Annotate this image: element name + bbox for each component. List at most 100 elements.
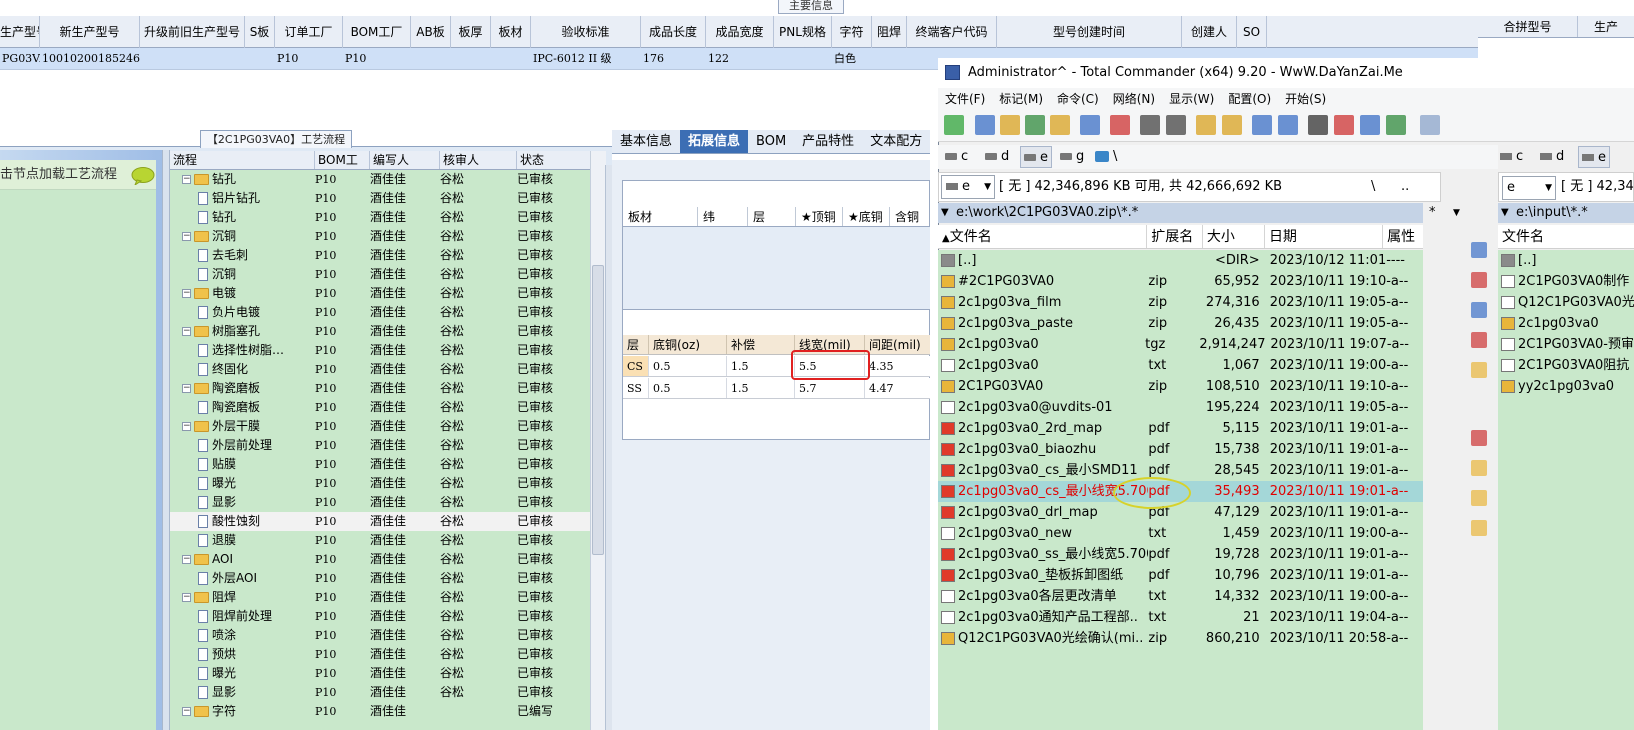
file-row[interactable]: 2c1pg03va0_cs_最小SMD11 pdf 28,545 2023/10/11… xyxy=(938,460,1423,481)
network-drive-button[interactable]: \ xyxy=(1095,146,1117,168)
date-column-header[interactable]: 日期 xyxy=(1265,225,1384,248)
file-row[interactable]: 2C1PG03VA0 zip 108,510 2023/10/11 19:10 -a-- xyxy=(938,376,1423,397)
production-column[interactable]: 生产 xyxy=(1578,16,1634,37)
menu-show[interactable]: 显示(W) xyxy=(1162,88,1221,110)
edit-icon[interactable] xyxy=(1471,272,1487,288)
layer-column[interactable]: 层 xyxy=(748,207,796,226)
drive-e-button[interactable]: e xyxy=(1020,146,1052,168)
folder-plus-icon[interactable] xyxy=(1471,460,1487,476)
drive-c-button[interactable]: c xyxy=(945,146,968,168)
sync-dirs-icon[interactable] xyxy=(1360,115,1380,135)
order-column-header[interactable]: 字符 xyxy=(832,16,872,48)
order-column-header[interactable]: 验收标准 xyxy=(531,16,641,48)
panel-splitter[interactable] xyxy=(162,150,170,730)
tree-node[interactable]: 曝光 xyxy=(170,474,315,493)
file-row[interactable]: 2c1pg03va0_2rd_map pdf 5,115 2023/10/11 19:… xyxy=(938,418,1423,439)
right-drive-c-button[interactable]: c xyxy=(1500,146,1523,168)
order-column-header[interactable]: 生产型号 xyxy=(0,16,40,48)
url-icon[interactable] xyxy=(1278,115,1298,135)
tab-4[interactable]: 文本配方 xyxy=(862,130,930,153)
tree-node[interactable]: − 沉铜 xyxy=(170,227,315,246)
order-column-header[interactable]: BOM工厂 xyxy=(343,16,411,48)
tree-node[interactable]: 预烘 xyxy=(170,645,315,664)
order-column-header[interactable]: 新生产型号 xyxy=(40,16,140,48)
tree-row[interactable]: − 沉铜 P10 酒佳佳 谷松 已审核 xyxy=(170,227,590,246)
right-file-row[interactable]: 2C1PG03VA0阻抗 xyxy=(1498,355,1634,376)
tree-row[interactable]: − AOI P10 酒佳佳 谷松 已审核 xyxy=(170,550,590,569)
tree-row[interactable]: 喷涂 P10 酒佳佳 谷松 已审核 xyxy=(170,626,590,645)
tree-row[interactable]: 预烘 P10 酒佳佳 谷松 已审核 xyxy=(170,645,590,664)
tree-row[interactable]: − 字符 P10 酒佳佳 已编写 xyxy=(170,702,590,721)
tree-node[interactable]: − 阻焊 xyxy=(170,588,315,607)
right-file-row[interactable]: 2C1PG03VA0制作 xyxy=(1498,271,1634,292)
collapse-toggle-icon[interactable]: − xyxy=(182,384,191,393)
tree-row[interactable]: 钻孔 P10 酒佳佳 谷松 已审核 xyxy=(170,208,590,227)
file-row[interactable]: 2c1pg03va0通知产品工程部.. txt 21 2023/10/11 19:04… xyxy=(938,607,1423,628)
tree-row[interactable]: 铝片钻孔 P10 酒佳佳 谷松 已审核 xyxy=(170,189,590,208)
material-column[interactable]: 板材 xyxy=(623,207,698,226)
right-path-bar[interactable]: ▼ e:\input\*.* xyxy=(1498,203,1634,223)
ftp-icon[interactable] xyxy=(1252,115,1272,135)
file-row[interactable]: [..] <DIR> 2023/10/12 11:01 ---- xyxy=(938,250,1423,271)
tree-node[interactable]: 陶瓷磨板 xyxy=(170,398,315,417)
weft-column[interactable]: 纬 xyxy=(698,207,748,226)
tree-row[interactable]: 陶瓷磨板 P10 酒佳佳 谷松 已审核 xyxy=(170,398,590,417)
right-drive-d-button[interactable]: d xyxy=(1540,146,1564,168)
root-dir-button[interactable]: \ xyxy=(1371,173,1375,201)
file-row[interactable]: 2c1pg03va0 txt 1,067 2023/10/11 19:00 -a-- xyxy=(938,355,1423,376)
right-name-column-header[interactable]: 文件名 xyxy=(1498,225,1634,249)
tree-row[interactable]: − 外层干膜 P10 酒佳佳 谷松 已审核 xyxy=(170,417,590,436)
collapse-toggle-icon[interactable]: − xyxy=(182,175,191,184)
tree-node[interactable]: 酸性蚀刻 xyxy=(170,512,315,531)
file-row[interactable]: 2c1pg03va0_垫板拆卸图纸 pdf 10,796 2023/10/11 19:… xyxy=(938,565,1423,586)
tree-row[interactable]: − 树脂塞孔 P10 酒佳佳 谷松 已审核 xyxy=(170,322,590,341)
tree-row[interactable]: 显影 P10 酒佳佳 谷松 已审核 xyxy=(170,493,590,512)
tree-node[interactable]: 退膜 xyxy=(170,531,315,550)
tree-row[interactable]: 曝光 P10 酒佳佳 谷松 已审核 xyxy=(170,474,590,493)
ext-column-header[interactable]: 扩展名 xyxy=(1147,225,1203,248)
left-path-bar[interactable]: ▼ e:\work\2C1PG03VA0.zip\*.* xyxy=(938,203,1423,223)
menu-start[interactable]: 开始(S) xyxy=(1278,88,1333,110)
tree-node[interactable]: 显影 xyxy=(170,683,315,702)
tree-node[interactable]: 负片电镀 xyxy=(170,303,315,322)
order-column-header[interactable]: 终端客户代码 xyxy=(907,16,997,48)
order-column-header[interactable]: 板材 xyxy=(491,16,531,48)
main-info-tab[interactable]: 主要信息 xyxy=(778,0,844,14)
tree-row[interactable]: 曝光 P10 酒佳佳 谷松 已审核 xyxy=(170,664,590,683)
file-row[interactable]: 2c1pg03va0_biaozhu pdf 15,738 2023/10/11 19… xyxy=(938,439,1423,460)
move-icon[interactable] xyxy=(1471,332,1487,348)
compare-icon[interactable] xyxy=(1080,115,1100,135)
size-column-header[interactable]: 大小 xyxy=(1203,225,1265,248)
tree-node[interactable]: 钻孔 xyxy=(170,208,315,227)
menu-commands[interactable]: 命令(C) xyxy=(1050,88,1106,110)
tree-node[interactable]: − 字符 xyxy=(170,702,315,721)
tree-node[interactable]: 喷涂 xyxy=(170,626,315,645)
tree-node[interactable]: − 钻孔 xyxy=(170,170,315,189)
window-title[interactable]: Administrator^ - Total Commander (x64) 9… xyxy=(938,58,1634,88)
right-file-row[interactable]: 2c1pg03va0 xyxy=(1498,313,1634,334)
back-icon[interactable] xyxy=(1140,115,1160,135)
status-column-header[interactable]: 状态 xyxy=(517,151,590,169)
tree-node[interactable]: 贴膜 xyxy=(170,455,315,474)
detail-view-icon[interactable] xyxy=(1000,115,1020,135)
tree-row[interactable]: 酸性蚀刻 P10 酒佳佳 谷松 已审核 xyxy=(170,512,590,531)
collapse-toggle-icon[interactable]: − xyxy=(182,555,191,564)
tree-node[interactable]: 外层前处理 xyxy=(170,436,315,455)
menu-net[interactable]: 网络(N) xyxy=(1106,88,1162,110)
file-row[interactable]: 2c1pg03va0_drl_map pdf 47,129 2023/10/11 19… xyxy=(938,502,1423,523)
collapse-toggle-icon[interactable]: − xyxy=(182,232,191,241)
tree-node[interactable]: 选择性树脂… xyxy=(170,341,315,360)
copper-content-column[interactable]: 含铜 xyxy=(890,207,930,226)
lw-compensation-header[interactable]: 补偿 xyxy=(727,335,795,354)
bottom-copper-column[interactable]: ★底铜 xyxy=(843,207,890,226)
order-column-header[interactable]: 创建人 xyxy=(1182,16,1237,48)
invert-selection-icon[interactable] xyxy=(1110,115,1130,135)
multi-rename-icon[interactable] xyxy=(1334,115,1354,135)
file-row[interactable]: 2c1pg03va_film zip 274,316 2023/10/11 19:05… xyxy=(938,292,1423,313)
file-row[interactable]: 2c1pg03va_paste zip 26,435 2023/10/11 19:05… xyxy=(938,313,1423,334)
forward-icon[interactable] xyxy=(1166,115,1186,135)
tree-row[interactable]: 外层AOI P10 酒佳佳 谷松 已审核 xyxy=(170,569,590,588)
order-column-header[interactable]: 订单工厂 xyxy=(275,16,343,48)
find-icon[interactable] xyxy=(1308,115,1328,135)
top-copper-column[interactable]: ★顶铜 xyxy=(796,207,843,226)
